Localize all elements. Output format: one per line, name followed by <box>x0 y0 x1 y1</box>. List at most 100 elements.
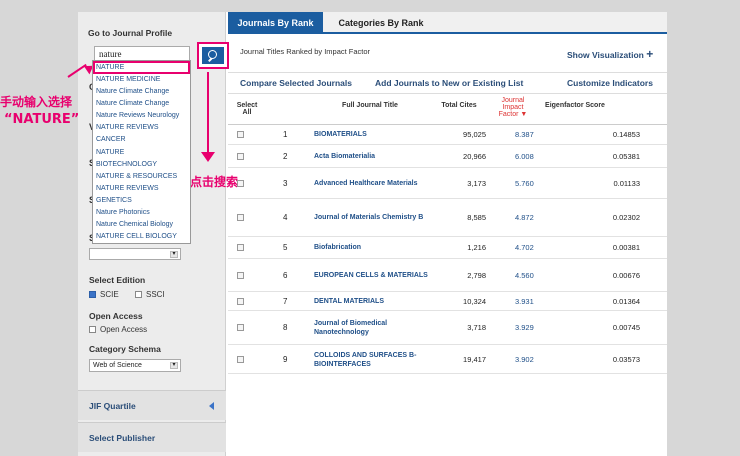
jif-cell: 4.560 <box>515 270 534 280</box>
journal-suggestions-dropdown: NATURE NATURE MEDICINE Nature Climate Chan… <box>92 60 191 245</box>
suggestion-item[interactable]: CANCER <box>93 134 190 146</box>
jif-cell: 3.929 <box>515 323 534 332</box>
suggestion-item[interactable]: Nature Chemical Biology <box>93 219 190 231</box>
eigenfactor-cell: 0.03573 <box>612 354 640 364</box>
tab-journals-by-rank[interactable]: Journals By Rank <box>228 12 323 34</box>
tab-bar: Journals By Rank Categories By Rank <box>228 12 667 34</box>
suggestion-item[interactable]: Nature Climate Change <box>93 98 190 110</box>
jif-cell: 8.387 <box>515 130 534 139</box>
tab-categories-by-rank[interactable]: Categories By Rank <box>326 12 436 34</box>
journal-title-link[interactable]: Acta Biomaterialia <box>314 152 439 161</box>
eigenfactor-cell: 0.02302 <box>612 213 640 222</box>
suggestion-item[interactable]: NATURE CELL BIOLOGY <box>93 231 190 243</box>
rank-cell: 9 <box>283 354 288 364</box>
journal-title-link[interactable]: Journal of Biomedical Nanotechnology <box>314 319 439 337</box>
jif-quartile-panel[interactable]: JIF Quartile <box>78 390 226 420</box>
row-checkbox[interactable] <box>237 179 244 187</box>
table-row: 9 COLLOIDS AND SURFACES B-BIOINTERFACES 19… <box>228 345 667 374</box>
jif-header[interactable]: Journal Impact Factor ▼ <box>493 97 533 118</box>
suggestion-item[interactable]: NATURE <box>93 61 190 74</box>
journal-title-link[interactable]: EUROPEAN CELLS & MATERIALS <box>314 271 439 280</box>
customize-indicators-button[interactable]: Customize Indicators <box>567 78 653 88</box>
suggestion-item[interactable]: Nature Photonics <box>93 207 190 219</box>
select-all-header[interactable]: Select All <box>234 102 260 116</box>
rank-cell: 7 <box>283 296 288 306</box>
rank-cell: 5 <box>283 243 288 252</box>
suggestion-item[interactable]: NATURE REVIEWS <box>93 122 190 134</box>
plus-icon: + <box>646 47 654 61</box>
total-cites-cell: 19,417 <box>463 354 486 364</box>
select-publisher-panel[interactable]: Select Publisher <box>78 422 226 452</box>
edition-ssci-label: SSCI <box>146 290 165 299</box>
suggestion-item[interactable]: Nature Climate Change <box>93 86 190 98</box>
add-journals-button[interactable]: Add Journals to New or Existing List <box>375 78 523 88</box>
table-row: 2 Acta Biomaterialia 20,966 6.008 0.05381 <box>228 145 667 168</box>
chevron-down-icon: ▾ <box>170 251 178 258</box>
show-visualization-link[interactable]: Show Visualization + <box>567 47 653 61</box>
jif-cell: 5.760 <box>515 178 534 188</box>
row-checkbox[interactable] <box>237 131 244 138</box>
eigenfactor-cell: 0.00676 <box>612 270 640 280</box>
rank-cell: 8 <box>283 323 288 332</box>
eigenfactor-cell: 0.00745 <box>612 323 640 332</box>
jif-cell: 4.872 <box>515 213 534 222</box>
suggestion-item[interactable]: NATURE & RESOURCES <box>93 171 190 183</box>
edition-ssci-option[interactable]: SSCI <box>135 290 165 299</box>
journal-title-link[interactable]: DENTAL MATERIALS <box>314 297 439 306</box>
search-button-highlight[interactable] <box>197 42 229 69</box>
collapse-arrow-icon <box>209 402 214 410</box>
table-row: 1 BIOMATERIALS 95,025 8.387 0.14853 <box>228 125 667 145</box>
rank-cell: 3 <box>283 178 288 188</box>
open-access-option[interactable]: Open Access <box>89 325 147 334</box>
row-checkbox[interactable] <box>237 297 244 305</box>
table-row: 8 Journal of Biomedical Nanotechnology 3,7… <box>228 311 667 345</box>
suggestion-item[interactable]: Nature Reviews Neurology <box>93 110 190 122</box>
table-row: 7 DENTAL MATERIALS 10,324 3.931 0.01364 <box>228 292 667 311</box>
checkbox-icon[interactable] <box>89 326 96 334</box>
category-schema-select[interactable]: Web of Science ▾ <box>89 359 181 372</box>
row-checkbox[interactable] <box>237 355 244 363</box>
category-schema-value: Web of Science <box>93 362 142 369</box>
total-cites-cell: 3,173 <box>467 178 486 188</box>
annotation-manual-input: 手动输入选择 <box>0 95 73 109</box>
suggestion-item[interactable]: NATURE <box>93 147 190 159</box>
row-checkbox[interactable] <box>237 271 244 279</box>
jif-cell: 4.702 <box>515 243 534 252</box>
journal-title-link[interactable]: COLLOIDS AND SURFACES B-BIOINTERFACES <box>314 351 439 369</box>
sidebar-select[interactable]: ▾ <box>89 248 181 260</box>
suggestion-item[interactable]: BIOTECHNOLOGY <box>93 159 190 171</box>
full-title-header[interactable]: Full Journal Title <box>330 102 410 109</box>
row-checkbox[interactable] <box>237 152 244 160</box>
rank-cell: 6 <box>283 270 288 280</box>
suggestion-item[interactable]: NATURE MEDICINE <box>93 74 190 86</box>
select-publisher-label: Select Publisher <box>89 433 156 443</box>
journal-title-link[interactable]: Journal of Materials Chemistry B <box>314 213 439 222</box>
checkbox-checked-icon[interactable] <box>89 291 96 299</box>
row-checkbox[interactable] <box>237 324 244 331</box>
journal-title-link[interactable]: Advanced Healthcare Materials <box>314 179 439 188</box>
row-checkbox[interactable] <box>237 214 244 221</box>
compare-journals-button[interactable]: Compare Selected Journals <box>240 78 352 88</box>
search-icon-handle <box>208 57 212 62</box>
open-access-option-label: Open Access <box>100 325 148 334</box>
jif-cell: 6.008 <box>515 151 534 161</box>
select-edition-label: Select Edition <box>89 275 146 285</box>
eigenfactor-cell: 0.05381 <box>612 151 640 161</box>
show-visualization-label: Show Visualization <box>567 50 644 60</box>
search-button[interactable] <box>202 47 224 64</box>
journal-profile-title: Go to Journal Profile <box>88 28 173 38</box>
journal-title-link[interactable]: Biofabrication <box>314 243 439 252</box>
eigenfactor-cell: 0.14853 <box>612 130 640 139</box>
eigenfactor-header[interactable]: Eigenfactor Score <box>540 102 610 109</box>
total-cites-header[interactable]: Total Cites <box>438 102 480 109</box>
edition-scie-option[interactable]: SCIE <box>89 290 119 299</box>
total-cites-cell: 8,585 <box>467 213 486 222</box>
total-cites-cell: 95,025 <box>463 130 486 139</box>
checkbox-icon[interactable] <box>135 291 142 299</box>
suggestion-item[interactable]: GENETICS <box>93 195 190 207</box>
journal-title-link[interactable]: BIOMATERIALS <box>314 130 439 139</box>
rank-cell: 4 <box>283 213 288 222</box>
suggestion-item[interactable]: NATURE REVIEWS <box>93 183 190 195</box>
action-bar: Compare Selected Journals Add Journals t… <box>228 72 667 94</box>
row-checkbox[interactable] <box>237 244 244 251</box>
